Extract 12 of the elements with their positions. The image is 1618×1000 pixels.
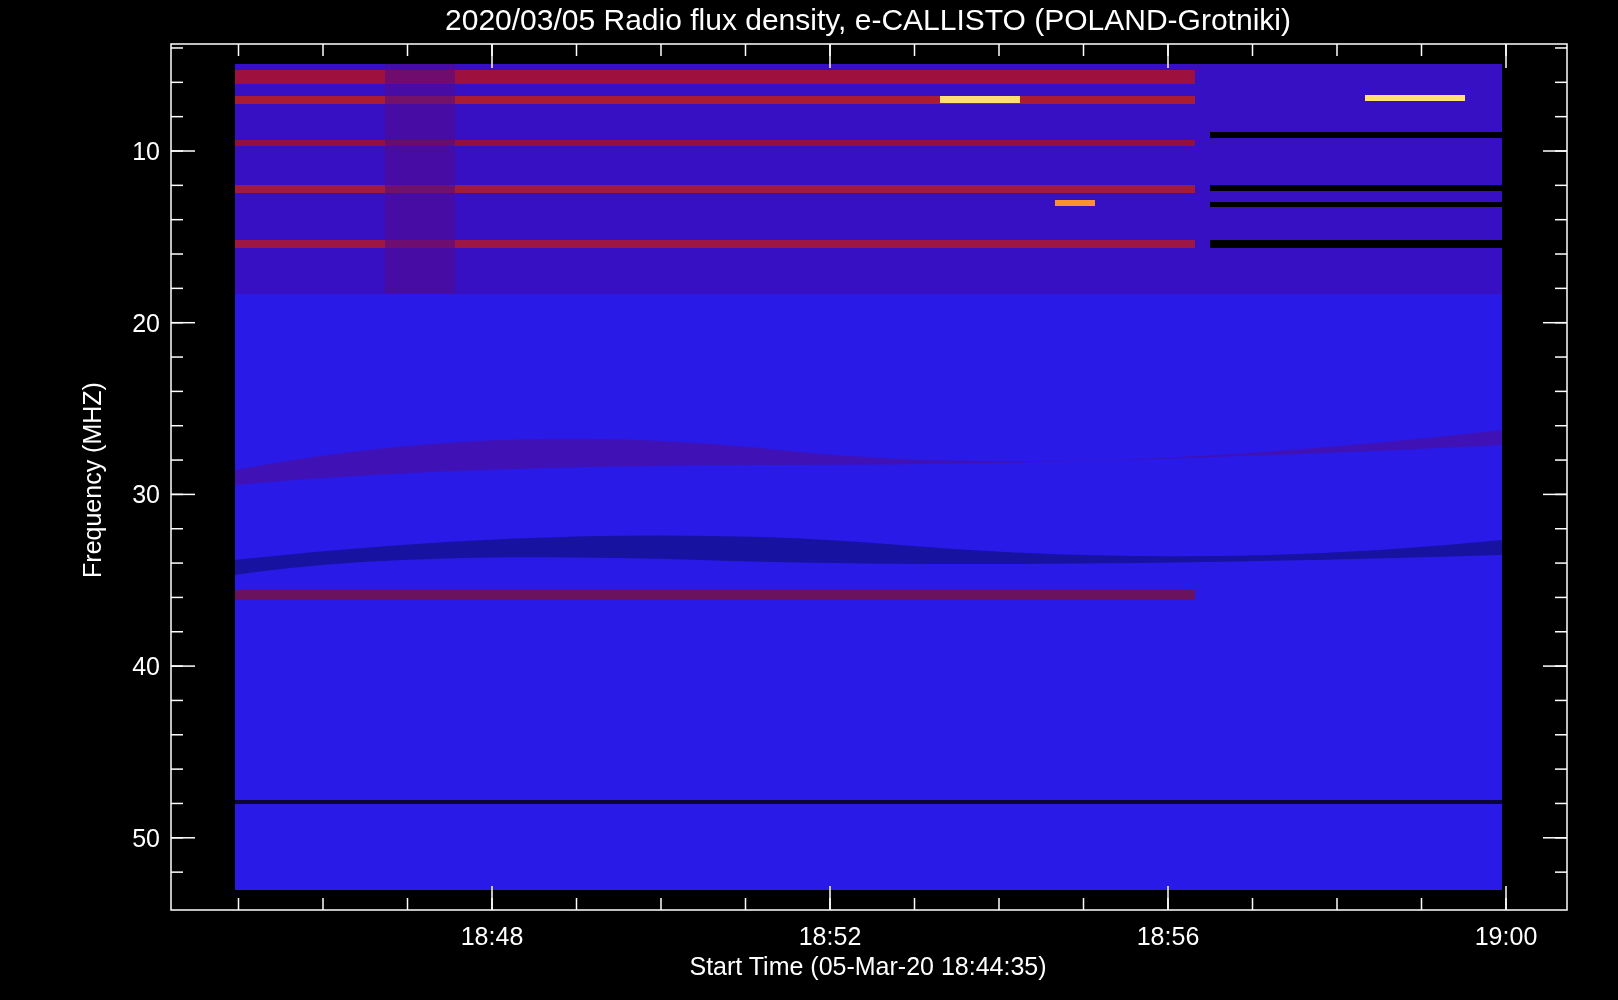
- x-tick-label: 19:00: [1474, 922, 1538, 950]
- x-tick-label: 18:52: [798, 922, 862, 950]
- y-tick-label: 30: [132, 480, 160, 509]
- y-axis-label: Frequency (MHZ): [78, 382, 106, 578]
- x-axis-label: Start Time (05-Mar-20 18:44:35): [689, 952, 1047, 980]
- y-tick-label: 10: [132, 137, 160, 165]
- chart-title: 2020/03/05 Radio flux density, e-CALLISTO (POLAND-Grotniki): [445, 3, 1291, 36]
- y-tick-label: 40: [132, 652, 160, 681]
- y-tick-label: 50: [132, 823, 160, 852]
- x-tick-label: 18:56: [1136, 922, 1200, 950]
- x-tick-label: 18:48: [460, 922, 524, 950]
- y-tick-label: 20: [132, 308, 160, 337]
